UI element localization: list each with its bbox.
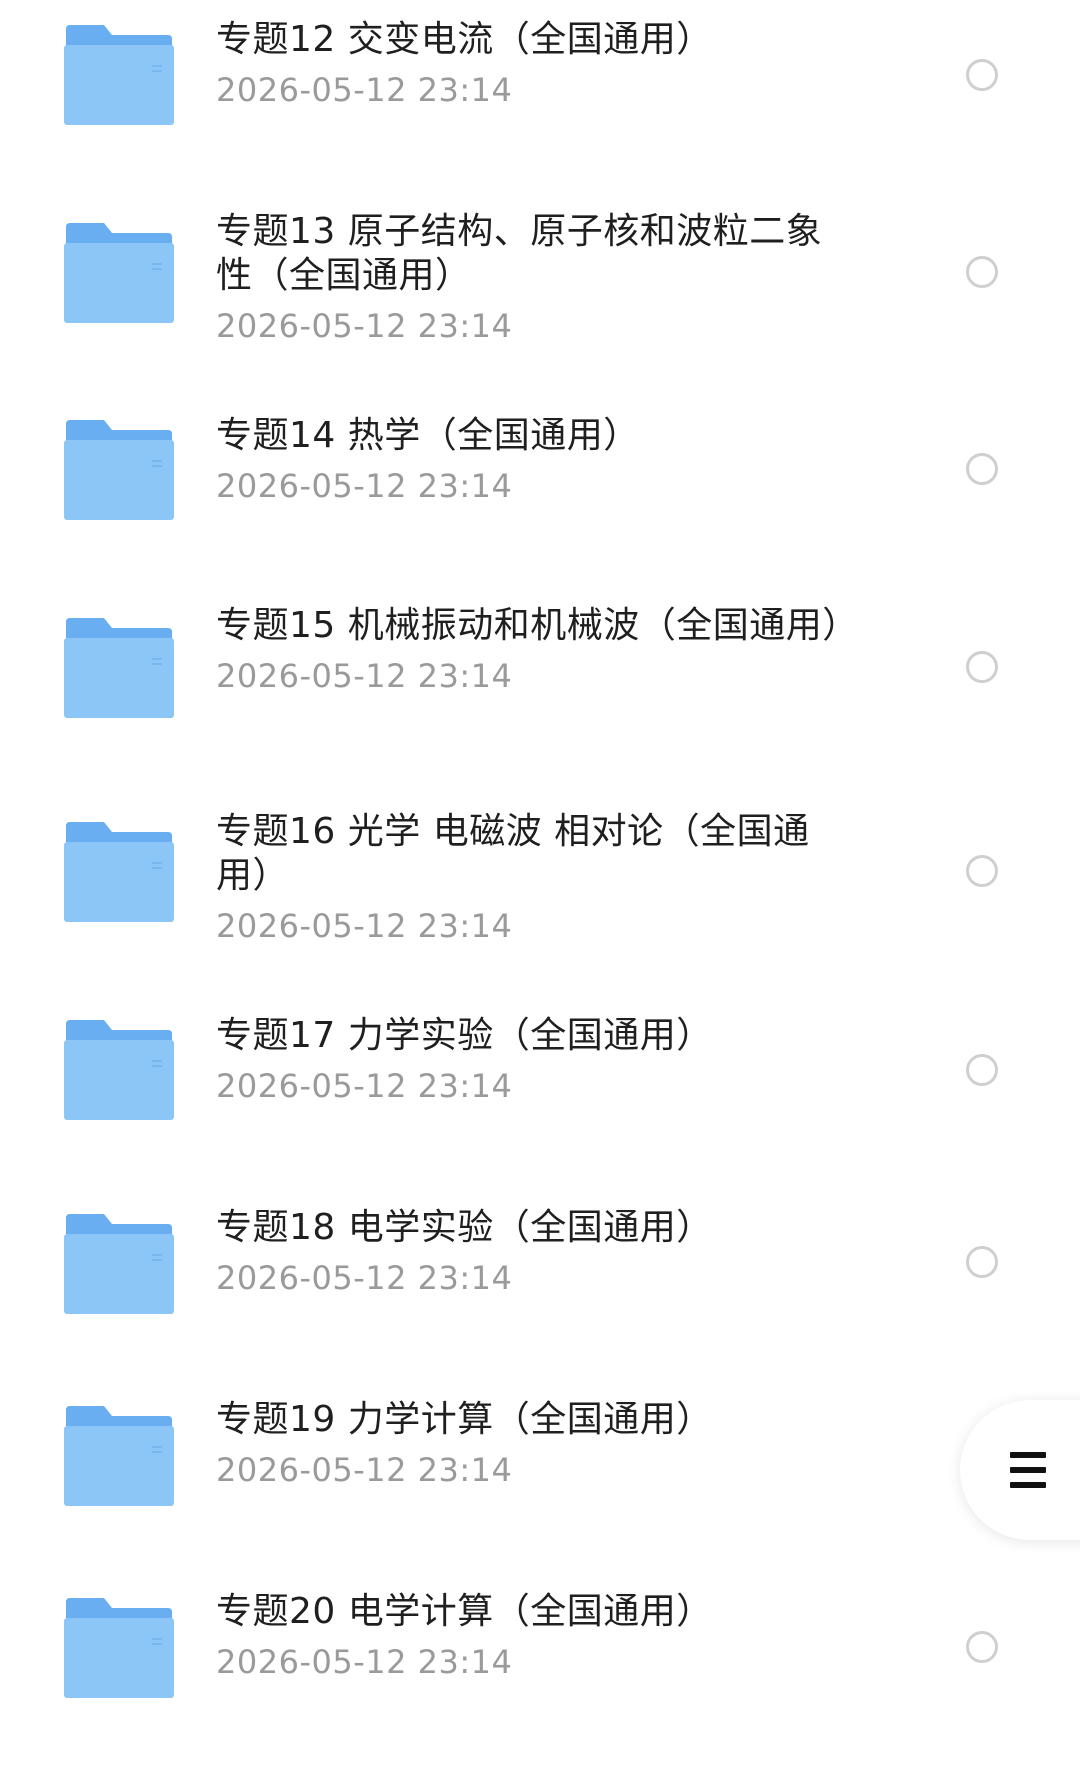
folder-icon (64, 1214, 174, 1314)
file-name: 专题16 光学 电磁波 相对论（全国通用） (216, 811, 810, 896)
file-date: 2026-05-12 23:14 (216, 467, 513, 505)
file-name: 专题20 电学计算（全国通用） (216, 1591, 713, 1632)
select-radio[interactable] (966, 855, 998, 887)
menu-icon (1010, 1452, 1046, 1488)
file-name: 专题17 力学实验（全国通用） (216, 1015, 713, 1056)
list-item[interactable]: 专题18 电学实验（全国通用） 2026-05-12 23:14 (0, 1190, 1080, 1380)
file-list: 专题12 交变电流（全国通用） 2026-05-12 23:14 专题13 原子… (0, 0, 1080, 1772)
select-radio[interactable] (966, 1246, 998, 1278)
folder-icon (64, 618, 174, 718)
file-date: 2026-05-12 23:14 (216, 657, 513, 695)
file-date: 2026-05-12 23:14 (216, 1259, 513, 1297)
select-radio[interactable] (966, 1631, 998, 1663)
file-date: 2026-05-12 23:14 (216, 307, 513, 345)
file-name: 专题13 原子结构、原子核和波粒二象性（全国通用） (216, 211, 823, 296)
file-name: 专题18 电学实验（全国通用） (216, 1207, 713, 1248)
list-item[interactable]: 专题17 力学实验（全国通用） 2026-05-12 23:14 (0, 1000, 1080, 1190)
list-item[interactable]: 专题16 光学 电磁波 相对论（全国通用） 2026-05-12 23:14 (0, 790, 1080, 980)
select-radio[interactable] (966, 256, 998, 288)
list-item[interactable]: 专题13 原子结构、原子核和波粒二象性（全国通用） 2026-05-12 23:… (0, 190, 1080, 380)
select-radio[interactable] (966, 651, 998, 683)
file-date: 2026-05-12 23:14 (216, 1451, 513, 1489)
folder-icon (64, 1598, 174, 1698)
file-date: 2026-05-12 23:14 (216, 907, 513, 945)
list-item[interactable]: 专题14 热学（全国通用） 2026-05-12 23:14 (0, 390, 1080, 580)
select-radio[interactable] (966, 1054, 998, 1086)
file-date: 2026-05-12 23:14 (216, 1643, 513, 1681)
file-name: 专题12 交变电流（全国通用） (216, 19, 713, 60)
file-name: 专题19 力学计算（全国通用） (216, 1399, 713, 1440)
folder-icon (64, 1406, 174, 1506)
list-item[interactable]: 专题12 交变电流（全国通用） 2026-05-12 23:14 (0, 0, 1080, 190)
file-date: 2026-05-12 23:14 (216, 71, 513, 109)
file-date: 2026-05-12 23:14 (216, 1067, 513, 1105)
select-radio[interactable] (966, 453, 998, 485)
folder-icon (64, 1020, 174, 1120)
folder-icon (64, 223, 174, 323)
folder-icon (64, 420, 174, 520)
file-name: 专题14 热学（全国通用） (216, 415, 640, 456)
file-name: 专题15 机械振动和机械波（全国通用） (216, 605, 859, 646)
folder-icon (64, 822, 174, 922)
folder-icon (64, 25, 174, 125)
select-radio[interactable] (966, 59, 998, 91)
list-item[interactable]: 专题19 力学计算（全国通用） 2026-05-12 23:14 (0, 1380, 1080, 1570)
list-item[interactable]: 专题15 机械振动和机械波（全国通用） 2026-05-12 23:14 (0, 590, 1080, 780)
list-item[interactable]: 专题20 电学计算（全国通用） 2026-05-12 23:14 (0, 1570, 1080, 1760)
